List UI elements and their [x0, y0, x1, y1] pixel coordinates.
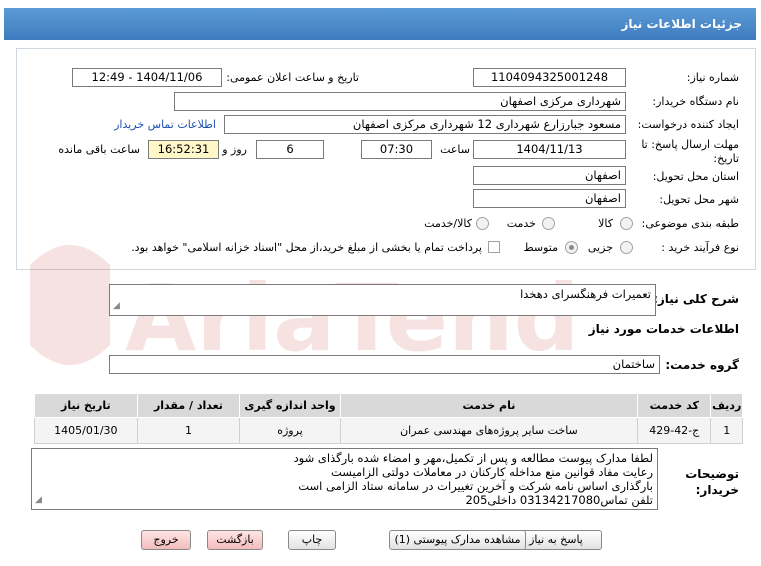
treasury-payment-checkbox[interactable] — [488, 241, 500, 253]
table-header-row: ردیف کد خدمت نام خدمت واحد اندازه گیری ت… — [34, 393, 743, 418]
services-section-title: اطلاعات خدمات مورد نیاز — [588, 322, 739, 336]
exit-button[interactable]: خروج — [141, 530, 191, 550]
process-medium-radio[interactable] — [565, 241, 578, 254]
cell-service-name: ساخت سایر پروژه‌های مهندسی عمران — [339, 417, 639, 444]
announce-datetime-field: 1404/11/06 - 12:49 — [72, 68, 222, 87]
back-button[interactable]: بازگشت — [207, 530, 263, 550]
need-summary-text: تعمیرات فرهنگسرای دهخدا — [520, 287, 651, 301]
col-unit: واحد اندازه گیری — [239, 393, 341, 418]
table-row: 1 ج-42-429 ساخت سایر پروژه‌های مهندسی عم… — [34, 417, 743, 444]
deadline-time-field: 07:30 — [361, 140, 432, 159]
deadline-date-field: 1404/11/13 — [473, 140, 626, 159]
province-label: استان محل تحویل: — [652, 170, 739, 183]
service-group-field: ساختمان — [109, 355, 660, 374]
service-group-label: گروه خدمت: — [665, 358, 739, 372]
process-medium-label: متوسط — [523, 241, 558, 254]
buyer-contact-link[interactable]: اطلاعات تماس خریدار — [114, 118, 216, 131]
col-service-code: کد خدمت — [637, 393, 712, 418]
remaining-time-label: ساعت باقی مانده — [58, 143, 140, 156]
buyer-notes-label: توضیحات خریدار: — [685, 466, 739, 498]
buyer-org-field: شهرداری مرکزی اصفهان — [174, 92, 626, 111]
buyer-org-label: نام دستگاه خریدار: — [652, 95, 739, 108]
buyer-notes-line: بارگذاری اساس نامه شرکت و آخرین تغییرات … — [298, 479, 653, 493]
need-number-label: شماره نیاز: — [686, 71, 739, 84]
deadline-label: مهلت ارسال پاسخ: تا تاریخ: — [641, 138, 739, 165]
buyer-notes-line: لطفا مدارک پیوست مطالعه و پس از تکمیل،مه… — [293, 451, 653, 465]
view-attachments-button[interactable]: مشاهده مدارک پیوستی (1) — [389, 530, 526, 550]
need-summary-field: تعمیرات فرهنگسرای دهخدا ◢ — [109, 284, 656, 316]
category-service-label: خدمت — [506, 217, 536, 230]
category-goods-radio[interactable] — [620, 217, 633, 230]
category-goods-label: کالا — [598, 217, 613, 230]
cell-unit: پروژه — [239, 417, 341, 444]
province-field: اصفهان — [473, 166, 626, 185]
category-goods-service-radio[interactable] — [476, 217, 489, 230]
cell-quantity: 1 — [136, 417, 241, 444]
services-table: ردیف کد خدمت نام خدمت واحد اندازه گیری ت… — [34, 393, 743, 444]
treasury-payment-note: پرداخت تمام یا بخشی از مبلغ خرید،از محل … — [131, 241, 482, 254]
days-label: روز و — [222, 143, 247, 156]
process-type-label: نوع فرآیند خرید : — [661, 241, 739, 254]
resize-handle-icon[interactable]: ◢ — [35, 493, 42, 507]
requester-field: مسعود جبارزارع شهرداری 12 شهرداری مرکزی … — [224, 115, 626, 134]
remaining-time-field: 16:52:31 — [148, 140, 219, 159]
requester-label: ایجاد کننده درخواست: — [637, 118, 739, 131]
buyer-notes-line: رعایت مفاد قوانین منع مداخله کارکنان در … — [330, 465, 653, 479]
col-row-number: ردیف — [710, 393, 743, 418]
days-remaining-field: 6 — [256, 140, 324, 159]
cell-row-number: 1 — [710, 417, 743, 444]
need-number-field: 1104094325001248 — [473, 68, 626, 87]
cell-service-code: ج-42-429 — [637, 417, 712, 444]
deadline-hour-label: ساعت — [440, 143, 470, 156]
print-button[interactable]: چاپ — [288, 530, 336, 550]
buyer-notes-label-line2: خریدار: — [695, 483, 739, 497]
col-quantity: تعداد / مقدار — [136, 393, 241, 418]
cell-need-date: 1405/01/30 — [34, 417, 138, 444]
col-service-name: نام خدمت — [339, 393, 639, 418]
page-header: جزئیات اطلاعات نیاز — [4, 8, 756, 40]
col-need-date: تاریخ نیاز — [34, 393, 138, 418]
process-minor-label: جزیی — [587, 241, 613, 254]
buyer-notes-label-line1: توضیحات — [685, 467, 739, 481]
need-summary-label: شرح کلی نیاز: — [653, 292, 739, 306]
resize-handle-icon[interactable]: ◢ — [113, 299, 120, 313]
buyer-notes-line: تلفن تماس03134217080 داخلی205 — [465, 493, 653, 507]
category-service-radio[interactable] — [542, 217, 555, 230]
process-minor-radio[interactable] — [620, 241, 633, 254]
category-goods-service-label: کالا/خدمت — [424, 217, 472, 230]
city-label: شهر محل تحویل: — [659, 193, 739, 206]
announce-datetime-label: تاریخ و ساعت اعلان عمومی: — [226, 71, 359, 84]
category-label: طبقه بندی موضوعی: — [641, 217, 739, 230]
buyer-notes-field: لطفا مدارک پیوست مطالعه و پس از تکمیل،مه… — [31, 448, 658, 510]
city-field: اصفهان — [473, 189, 626, 208]
